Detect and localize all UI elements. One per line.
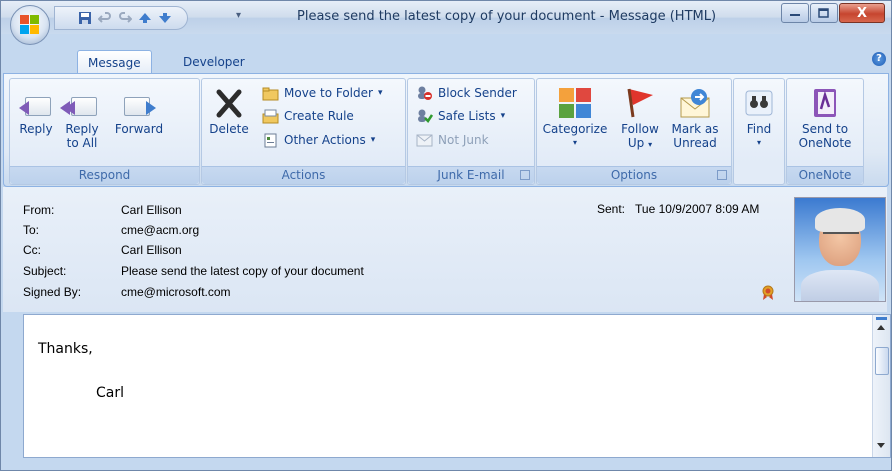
find-dropdown-icon: ▾ [756, 138, 761, 147]
group-label-actions: Actions [202, 166, 405, 184]
move-to-folder-dropdown-icon: ▾ [377, 88, 383, 98]
from-label: From: [23, 203, 55, 217]
body-line-signature: Carl [96, 385, 124, 401]
subject-label: Subject: [23, 264, 67, 278]
group-label-options: Options [537, 166, 731, 184]
categorize-icon [558, 87, 592, 119]
group-junk-email: Block Sender Safe Lists ▾ Not Junk Junk … [407, 78, 535, 185]
reply-all-button[interactable]: Reply to All [60, 87, 104, 150]
cc-label: Cc: [23, 243, 41, 257]
window-controls: X [781, 3, 885, 23]
office-button[interactable] [10, 5, 50, 45]
signature-certificate-icon[interactable] [761, 285, 775, 300]
create-rule-icon [262, 108, 279, 124]
not-junk-button[interactable]: Not Junk [416, 131, 489, 149]
group-find: Find ▾ [733, 78, 785, 185]
group-respond: Reply Reply to All Forward Respond [9, 78, 200, 185]
to-label: To: [23, 223, 40, 237]
scroll-top-marker [876, 317, 887, 320]
outlook-message-window: ▾ Please send the latest copy of your do… [0, 0, 892, 471]
quick-access-toolbar [54, 6, 188, 30]
categorize-button[interactable]: Categorize ▾ [539, 87, 611, 150]
block-sender-icon [416, 85, 433, 101]
scroll-down-arrow-icon[interactable] [877, 443, 885, 448]
window-bottom-border [1, 459, 891, 470]
reply-button[interactable]: Reply [14, 87, 58, 136]
onenote-icon [808, 87, 842, 119]
create-rule-button[interactable]: Create Rule [262, 107, 354, 125]
send-to-onenote-button[interactable]: Send to OneNote [791, 87, 859, 150]
close-button[interactable]: X [839, 3, 885, 23]
other-actions-icon [262, 132, 279, 148]
categorize-dropdown-icon: ▾ [572, 138, 577, 147]
vertical-scrollbar[interactable] [872, 315, 890, 457]
minimize-button[interactable] [781, 3, 809, 23]
subject-value: Please send the latest copy of your docu… [121, 264, 364, 278]
group-actions: Delete Move to Folder ▾ Create Rule Othe… [201, 78, 406, 185]
scroll-thumb[interactable] [875, 347, 889, 375]
safe-lists-button[interactable]: Safe Lists ▾ [416, 107, 505, 125]
move-to-folder-icon [262, 85, 279, 101]
previous-item-icon[interactable] [137, 10, 153, 26]
follow-up-dropdown-icon: ▾ [648, 140, 653, 149]
next-item-icon[interactable] [157, 10, 173, 26]
maximize-button[interactable] [810, 3, 838, 23]
reply-icon [19, 87, 53, 119]
help-icon[interactable]: ? [872, 52, 886, 66]
group-options: Categorize ▾ Follow Up ▾ Mark as Unread … [536, 78, 732, 185]
forward-button[interactable]: Forward [110, 87, 168, 136]
signed-by-value: cme@microsoft.com [121, 285, 231, 299]
delete-icon [212, 87, 246, 119]
other-actions-dropdown-icon: ▾ [370, 135, 376, 145]
mark-as-unread-button[interactable]: Mark as Unread [667, 87, 723, 150]
mark-as-unread-icon [678, 87, 712, 119]
options-launcher[interactable] [717, 170, 727, 180]
group-label-onenote: OneNote [787, 166, 863, 184]
delete-button[interactable]: Delete [204, 87, 254, 136]
office-logo-icon [20, 15, 40, 35]
group-label-respond: Respond [10, 166, 199, 184]
not-junk-icon [416, 132, 433, 148]
binoculars-icon [742, 87, 776, 119]
ribbon-tabs: Message Developer ? [1, 34, 891, 75]
customize-dropdown-icon[interactable]: ▾ [236, 10, 241, 21]
group-label-junk-email: Junk E-mail [408, 166, 534, 184]
group-onenote: Send to OneNote OneNote [786, 78, 864, 185]
block-sender-button[interactable]: Block Sender [416, 84, 517, 102]
from-value[interactable]: Carl Ellison [121, 203, 182, 217]
junk-email-options-launcher[interactable] [520, 170, 530, 180]
forward-icon [122, 87, 156, 119]
safe-lists-dropdown-icon: ▾ [500, 111, 506, 121]
undo-icon[interactable] [97, 10, 113, 26]
window-title: Please send the latest copy of your docu… [297, 9, 717, 24]
scroll-up-arrow-icon[interactable] [877, 325, 885, 330]
follow-up-flag-icon [623, 87, 657, 119]
reply-all-icon [60, 87, 99, 119]
save-icon[interactable] [77, 10, 93, 26]
tab-developer[interactable]: Developer [173, 52, 255, 73]
move-to-folder-button[interactable]: Move to Folder ▾ [262, 84, 382, 102]
other-actions-button[interactable]: Other Actions ▾ [262, 131, 375, 149]
title-bar: ▾ Please send the latest copy of your do… [1, 1, 891, 34]
message-header: From: Carl Ellison To: cme@acm.org Cc: C… [3, 187, 887, 312]
safe-lists-icon [416, 108, 433, 124]
ribbon: Reply Reply to All Forward Respond Delet… [3, 73, 889, 187]
body-line-thanks: Thanks, [38, 341, 93, 357]
signed-by-label: Signed By: [23, 285, 82, 299]
message-body[interactable]: Thanks, Carl [23, 314, 891, 458]
find-button[interactable]: Find ▾ [736, 87, 782, 150]
tab-message[interactable]: Message [77, 50, 152, 75]
cc-value[interactable]: Carl Ellison [121, 243, 182, 257]
sent-date: Sent: Tue 10/9/2007 8:09 AM [597, 202, 760, 216]
to-value[interactable]: cme@acm.org [121, 223, 199, 237]
redo-icon[interactable] [117, 10, 133, 26]
sender-photo [794, 197, 886, 302]
follow-up-button[interactable]: Follow Up ▾ [615, 87, 665, 152]
